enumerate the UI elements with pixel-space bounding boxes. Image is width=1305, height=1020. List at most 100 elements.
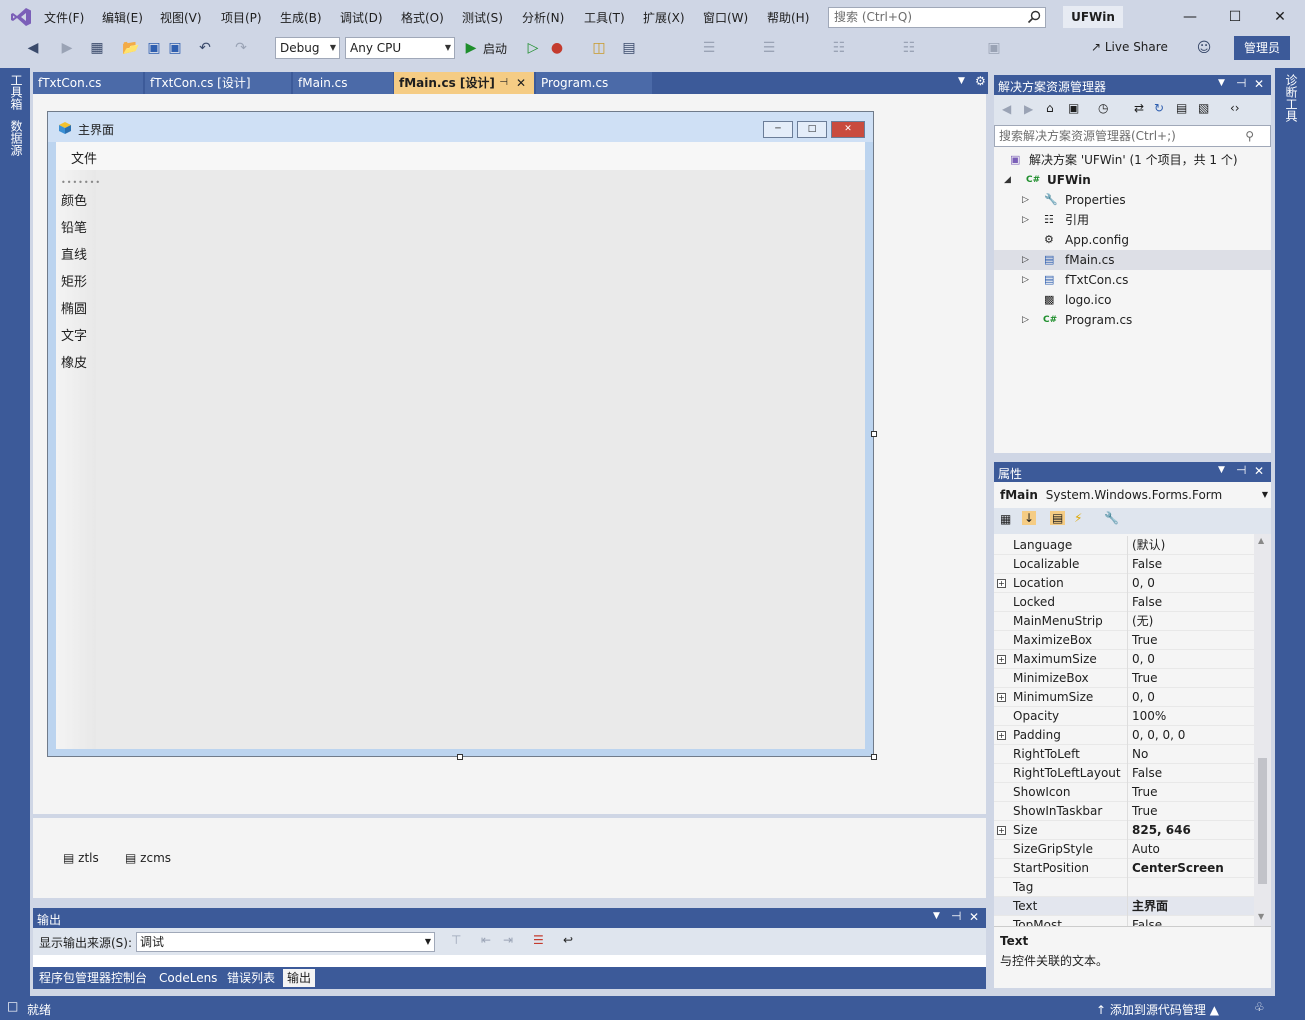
events-icon[interactable]: ⚡ bbox=[1074, 511, 1082, 525]
collapsed-arrow-icon[interactable]: ▷ bbox=[1022, 250, 1029, 270]
form-client-area[interactable]: 文件 ••••••• 颜色 铅笔 直线 矩形 椭圆 文字 橡皮 bbox=[56, 142, 865, 749]
menu-format[interactable]: 格式(O) bbox=[401, 9, 444, 26]
undo-icon[interactable]: ↶ bbox=[196, 39, 214, 57]
diagnostics-tab[interactable]: 诊断工具 bbox=[1283, 74, 1300, 122]
start-button[interactable]: 启动 bbox=[483, 40, 507, 57]
expand-icon[interactable]: + bbox=[997, 579, 1006, 588]
tree-item-ftxtcon[interactable]: ▷ ▤ fTxtCon.cs bbox=[994, 270, 1271, 290]
gear-icon[interactable]: ⚙ bbox=[975, 74, 986, 88]
toolbox-tab[interactable]: 工具箱 bbox=[8, 74, 25, 110]
close-icon[interactable]: ✕ bbox=[1254, 464, 1264, 478]
align-icon[interactable]: ☰ bbox=[700, 39, 718, 57]
tool-eraser[interactable]: 橡皮 bbox=[61, 352, 87, 371]
properties-view-icon[interactable]: ▤ bbox=[1050, 511, 1066, 525]
home-icon[interactable]: ⌂ bbox=[1046, 101, 1054, 115]
next-message-icon[interactable]: ⇥ bbox=[503, 933, 513, 947]
redo-icon[interactable]: ↷ bbox=[232, 39, 250, 57]
prop-value[interactable]: 0, 0 bbox=[1132, 574, 1155, 593]
menu-test[interactable]: 测试(S) bbox=[462, 9, 503, 26]
search-input[interactable]: 搜索 (Ctrl+Q) bbox=[828, 7, 1046, 28]
scroll-up-icon[interactable]: ▲ bbox=[1258, 536, 1264, 545]
expand-icon[interactable]: + bbox=[997, 826, 1006, 835]
tray-item-zcms[interactable]: ▤ zcms bbox=[125, 851, 171, 865]
prop-row[interactable]: + Location 0, 0 bbox=[994, 574, 1254, 593]
prop-row[interactable]: ShowIcon True bbox=[994, 783, 1254, 802]
pin-icon[interactable]: ⊣ bbox=[951, 909, 961, 923]
output-text-area[interactable] bbox=[33, 955, 986, 967]
prop-row[interactable]: Language (默认) bbox=[994, 536, 1254, 555]
prop-value[interactable]: True bbox=[1132, 802, 1158, 821]
prop-value[interactable]: No bbox=[1132, 745, 1148, 764]
tray-item-ztls[interactable]: ▤ ztls bbox=[63, 851, 99, 865]
panel-dropdown-icon[interactable]: ▼ bbox=[1218, 78, 1225, 88]
prop-value[interactable]: False bbox=[1132, 916, 1162, 926]
collapsed-arrow-icon[interactable]: ▷ bbox=[1022, 270, 1029, 290]
back-icon[interactable]: ◀ bbox=[24, 39, 42, 57]
prop-row[interactable]: + MinimumSize 0, 0 bbox=[994, 688, 1254, 707]
panel-dropdown-icon[interactable]: ▼ bbox=[1218, 465, 1225, 475]
platform-select[interactable]: Any CPU ▼ bbox=[345, 37, 455, 59]
menu-project[interactable]: 项目(P) bbox=[221, 9, 262, 26]
find-message-icon[interactable]: ⊤ bbox=[451, 933, 461, 947]
prop-value[interactable]: True bbox=[1132, 783, 1158, 802]
back-icon[interactable]: ◀ bbox=[1002, 102, 1011, 116]
panel-dropdown-icon[interactable]: ▼ bbox=[933, 911, 940, 921]
source-control-button[interactable]: ↑ 添加到源代码管理 ▲ bbox=[1096, 1001, 1219, 1018]
tree-item-references[interactable]: ▷ ☷ 引用 bbox=[994, 210, 1271, 230]
prop-row[interactable]: + Size 825, 646 bbox=[994, 821, 1254, 840]
collapsed-arrow-icon[interactable]: ▷ bbox=[1022, 190, 1029, 210]
menu-debug[interactable]: 调试(D) bbox=[340, 9, 383, 26]
menu-analyze[interactable]: 分析(N) bbox=[522, 9, 564, 26]
expand-icon[interactable]: + bbox=[997, 655, 1006, 664]
prop-value[interactable]: False bbox=[1132, 764, 1162, 783]
config-select[interactable]: Debug ▼ bbox=[275, 37, 340, 59]
form-maximize-icon[interactable]: □ bbox=[797, 121, 827, 138]
output-source-select[interactable]: 调试 ▼ bbox=[136, 932, 435, 952]
prop-value[interactable]: 主界面 bbox=[1132, 897, 1168, 916]
form-menu-file[interactable]: 文件 bbox=[71, 148, 97, 167]
prop-row[interactable]: Opacity 100% bbox=[994, 707, 1254, 726]
tab-error-list[interactable]: 错误列表 bbox=[223, 969, 279, 987]
tool-color[interactable]: 颜色 bbox=[61, 190, 87, 209]
form-minimize-icon[interactable]: ─ bbox=[763, 121, 793, 138]
tool-text[interactable]: 文字 bbox=[61, 325, 87, 344]
live-share-button[interactable]: ↗ Live Share bbox=[1091, 40, 1168, 54]
form-close-icon[interactable]: ✕ bbox=[831, 121, 865, 138]
scroll-down-icon[interactable]: ▼ bbox=[1258, 912, 1264, 921]
form-window[interactable]: 主界面 ─ □ ✕ 文件 ••••••• 颜色 铅笔 直线 矩形 椭圆 文字 橡… bbox=[47, 111, 874, 757]
prop-row[interactable]: ShowInTaskbar True bbox=[994, 802, 1254, 821]
start-play-icon[interactable]: ▶ bbox=[462, 39, 480, 57]
menu-view[interactable]: 视图(V) bbox=[160, 9, 202, 26]
close-icon[interactable]: ✕ bbox=[516, 72, 526, 94]
forward-icon[interactable]: ▶ bbox=[58, 39, 76, 57]
menu-build[interactable]: 生成(B) bbox=[280, 9, 322, 26]
solution-explorer-search-input[interactable]: 搜索解决方案资源管理器(Ctrl+;) ⚲ bbox=[994, 125, 1271, 147]
prop-value[interactable]: Auto bbox=[1132, 840, 1160, 859]
size-icon[interactable]: ☷ bbox=[900, 39, 918, 57]
word-wrap-icon[interactable]: ↩ bbox=[563, 933, 573, 947]
close-icon[interactable]: ✕ bbox=[1260, 6, 1300, 28]
notification-bell-icon[interactable]: ♧ bbox=[1254, 1000, 1265, 1014]
menu-help[interactable]: 帮助(H) bbox=[767, 9, 809, 26]
menu-edit[interactable]: 编辑(E) bbox=[102, 9, 143, 26]
maximize-icon[interactable]: ☐ bbox=[1215, 6, 1255, 28]
property-pages-icon[interactable]: 🔧 bbox=[1104, 511, 1119, 525]
prop-value[interactable]: (默认) bbox=[1132, 536, 1165, 555]
pin-icon[interactable]: ⊣ bbox=[1236, 76, 1246, 90]
prop-row[interactable]: Text 主界面 bbox=[994, 897, 1254, 916]
tab-ftxtcon-design[interactable]: fTxtCon.cs [设计] bbox=[145, 72, 291, 94]
alphabetical-icon[interactable]: ↓ bbox=[1022, 511, 1037, 525]
prop-row[interactable]: + Padding 0, 0, 0, 0 bbox=[994, 726, 1254, 745]
tab-dropdown-icon[interactable]: ▼ bbox=[958, 76, 965, 86]
switch-view-icon[interactable]: ▣ bbox=[1068, 101, 1079, 115]
open-folder-icon[interactable]: 📂 bbox=[122, 39, 140, 57]
menu-file[interactable]: 文件(F) bbox=[44, 9, 84, 26]
save-all-icon[interactable]: ▣ bbox=[166, 39, 184, 57]
prop-value[interactable]: 825, 646 bbox=[1132, 821, 1191, 840]
tab-ftxtcon-cs[interactable]: fTxtCon.cs bbox=[33, 72, 143, 94]
prop-value[interactable]: False bbox=[1132, 555, 1162, 574]
history-icon[interactable]: ◷ bbox=[1098, 101, 1108, 115]
menu-tools[interactable]: 工具(T) bbox=[584, 9, 625, 26]
sync-icon[interactable]: ⇄ bbox=[1134, 101, 1144, 115]
pin-icon[interactable]: ⊣ bbox=[499, 72, 508, 94]
